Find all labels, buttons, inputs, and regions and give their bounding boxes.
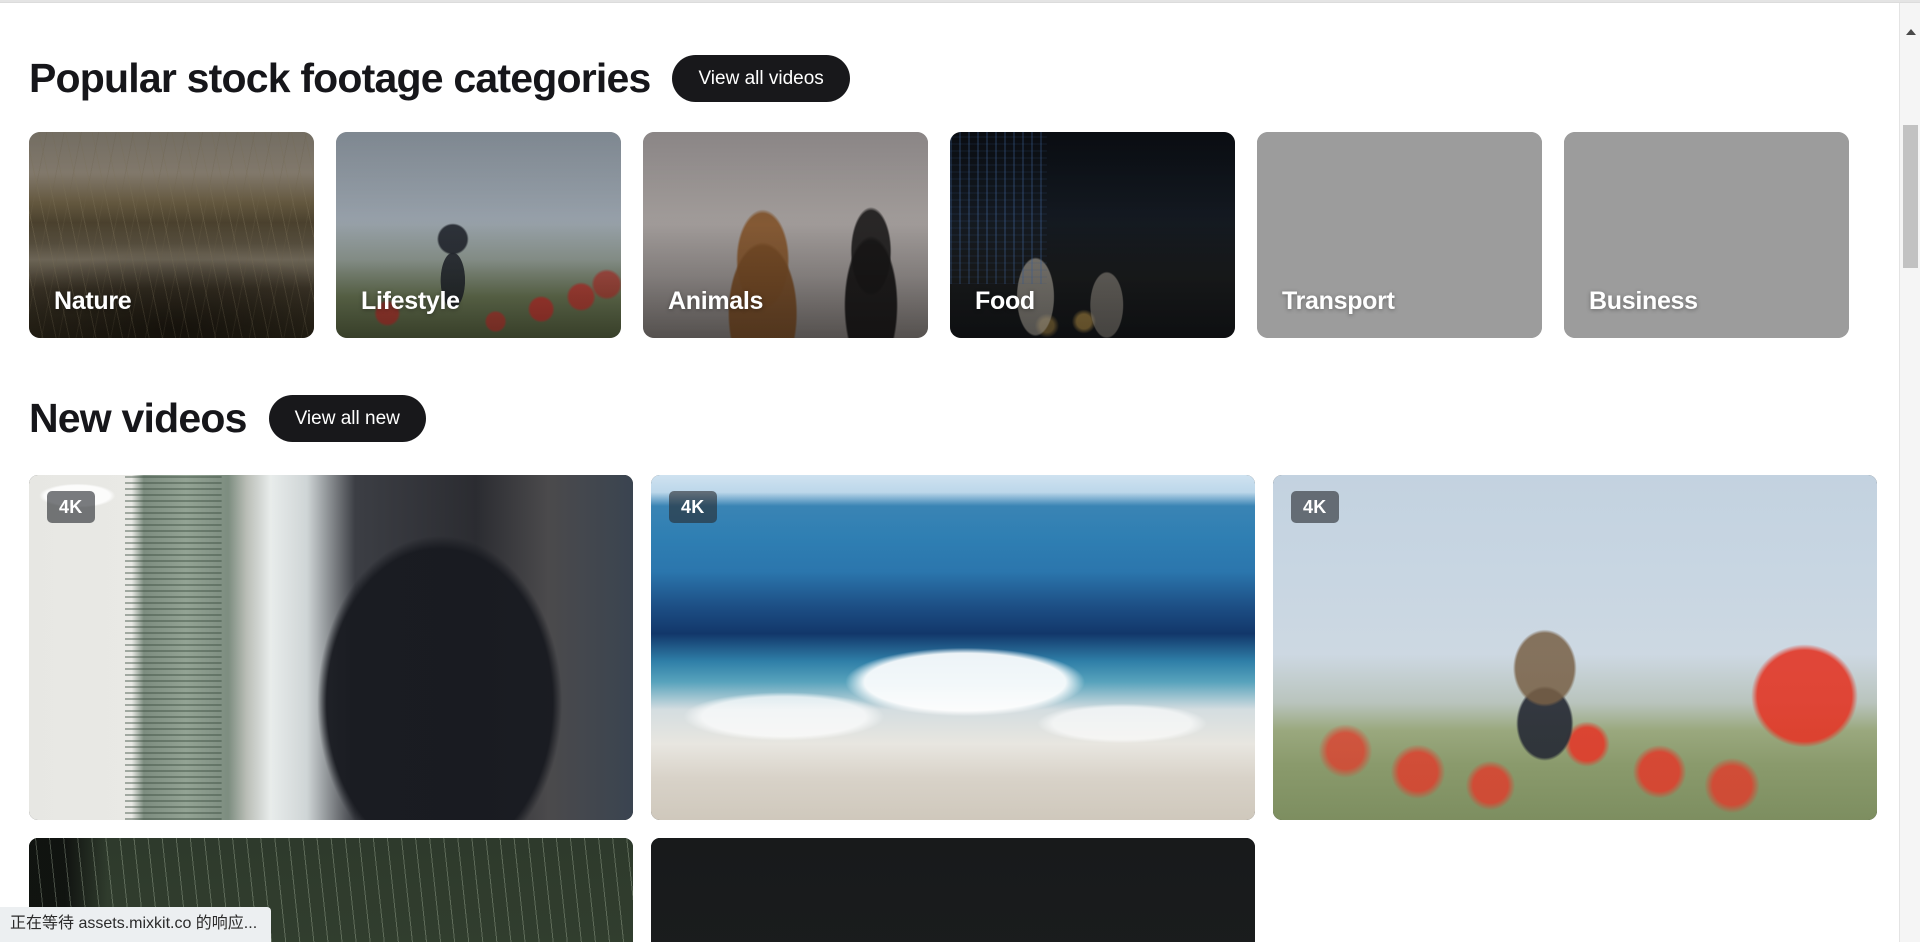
category-card-transport[interactable]: Transport (1257, 132, 1542, 338)
resolution-badge: 4K (1291, 491, 1339, 523)
category-card-food[interactable]: Food (950, 132, 1235, 338)
category-label: Transport (1282, 287, 1395, 315)
dark-scene-thumbnail (651, 838, 1255, 942)
video-card[interactable]: 4K (29, 475, 633, 820)
new-videos-grid: 4K 4K 4K (0, 475, 1899, 942)
category-label: Business (1589, 287, 1698, 315)
ocean-wave-beach-thumbnail (651, 475, 1255, 820)
category-card-business[interactable]: Business (1564, 132, 1849, 338)
resolution-badge: 4K (47, 491, 95, 523)
category-card-strip: Nature Lifestyle Animals Food Transport (0, 132, 1899, 338)
category-label: Lifestyle (361, 287, 460, 315)
category-label: Food (975, 287, 1035, 315)
resolution-badge: 4K (669, 491, 717, 523)
view-all-videos-button[interactable]: View all videos (672, 55, 850, 102)
view-all-new-button[interactable]: View all new (268, 395, 426, 442)
vertical-scrollbar[interactable] (1899, 3, 1920, 942)
category-card-lifestyle[interactable]: Lifestyle (336, 132, 621, 338)
category-card-animals[interactable]: Animals (643, 132, 928, 338)
section-title: New videos (29, 395, 247, 442)
woman-by-window-thumbnail (29, 475, 633, 820)
category-label: Nature (54, 287, 132, 315)
video-card[interactable] (651, 838, 1255, 942)
page-title: Popular stock footage categories (29, 55, 651, 102)
category-label: Animals (668, 287, 764, 315)
video-card[interactable]: 4K (1273, 475, 1877, 820)
browser-status-bar: 正在等待 assets.mixkit.co 的响应... (0, 907, 272, 942)
woman-poppy-field-thumbnail (1273, 475, 1877, 820)
page-content: Popular stock footage categories View al… (0, 3, 1899, 942)
category-card-nature[interactable]: Nature (29, 132, 314, 338)
scroll-up-arrow-icon[interactable] (1900, 21, 1920, 42)
browser-viewport: Popular stock footage categories View al… (0, 0, 1920, 942)
new-videos-header: New videos View all new (0, 395, 1899, 442)
scrollbar-thumb[interactable] (1903, 125, 1918, 268)
popular-categories-header: Popular stock footage categories View al… (0, 55, 1899, 102)
video-card[interactable]: 4K (651, 475, 1255, 820)
